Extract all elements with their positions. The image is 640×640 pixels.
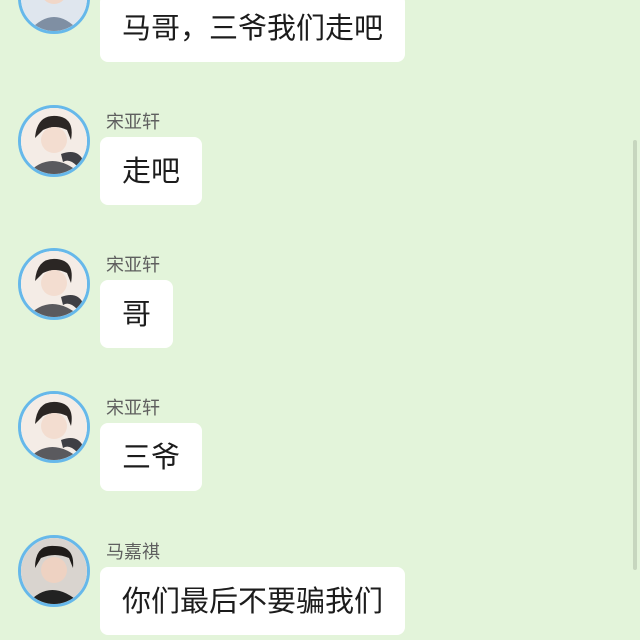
person-avatar-icon bbox=[21, 0, 87, 31]
sender-name: 宋亚轩 bbox=[106, 255, 160, 276]
person-avatar-icon bbox=[21, 538, 87, 604]
chat-window: 马哥，三爷我们走吧 宋亚轩 走吧 宋亚轩 哥 宋亚轩 三爷 马嘉祺 你们最后不要… bbox=[0, 0, 640, 640]
sender-name: 马嘉祺 bbox=[106, 542, 160, 563]
sender-name: 宋亚轩 bbox=[106, 112, 160, 133]
message-bubble[interactable]: 哥 bbox=[100, 280, 174, 348]
person-avatar-icon bbox=[21, 251, 87, 317]
person-avatar-icon bbox=[21, 394, 87, 460]
avatar[interactable] bbox=[18, 391, 90, 463]
avatar[interactable] bbox=[18, 535, 90, 607]
person-avatar-icon bbox=[21, 108, 87, 174]
message-bubble[interactable]: 马哥，三爷我们走吧 bbox=[100, 0, 406, 62]
scrollbar[interactable] bbox=[633, 140, 637, 570]
message-bubble[interactable]: 走吧 bbox=[100, 137, 203, 205]
avatar[interactable] bbox=[18, 248, 90, 320]
avatar[interactable] bbox=[18, 105, 90, 177]
message-bubble[interactable]: 你们最后不要骗我们 bbox=[100, 567, 406, 635]
avatar[interactable] bbox=[18, 0, 90, 34]
message-bubble[interactable]: 三爷 bbox=[100, 423, 203, 491]
sender-name: 宋亚轩 bbox=[106, 398, 160, 419]
